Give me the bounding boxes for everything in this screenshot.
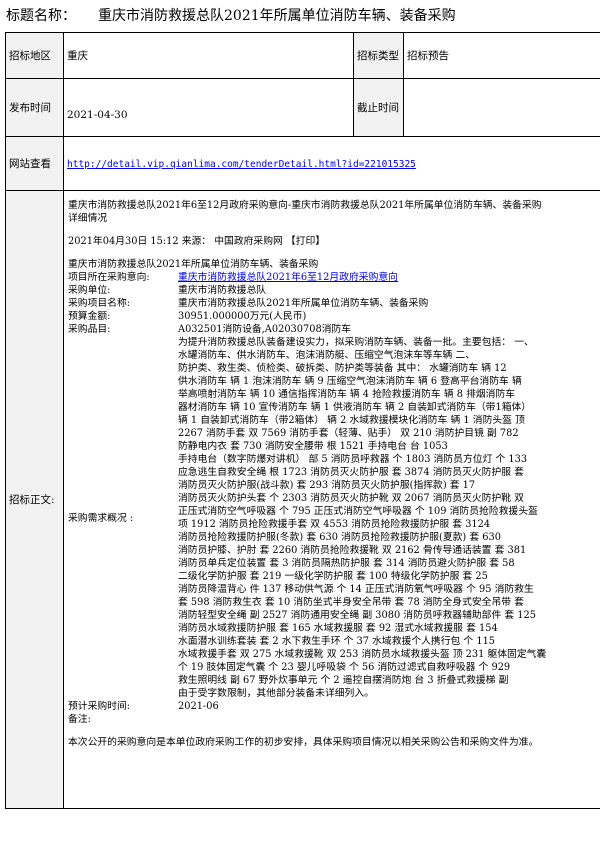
unit-label: 采购单位: bbox=[68, 285, 111, 296]
demand-line: 消防员灭火防护服(战斗款) 套 293 消防员灭火防护服(指挥款) 套 17 bbox=[178, 480, 476, 491]
demand-line: 消防员单兵定位装置 套 3 消防员隔热防护服 套 314 消防员避火防护服 套 … bbox=[178, 558, 515, 569]
project-title: 重庆市消防救援总队2021年所属单位消防车辆、装备采购 bbox=[68, 259, 319, 270]
intro-line-2: 详细情况 bbox=[68, 213, 108, 224]
demand-label: 采购需求概况 : bbox=[68, 513, 134, 524]
intro-line-1: 重庆市消防救援总队2021年6至12月政府采购意向-重庆市消防救援总队2021年… bbox=[68, 200, 542, 211]
website-label: 网站查看 bbox=[5, 136, 64, 191]
demand-line: 为提升消防救援总队装备建设实力，拟采购消防车辆、装备一批。主要包括： 一、 bbox=[178, 337, 534, 348]
demand-line: 消防员灭火防护头套 个 2303 消防员灭火防护靴 双 2067 消防员灭火防护… bbox=[178, 493, 524, 504]
deadline-value bbox=[403, 78, 600, 137]
type-value: 招标预告 bbox=[403, 32, 600, 79]
unit-value: 重庆市消防救援总队 bbox=[178, 285, 267, 296]
demand-line: 消防员降温背心 件 137 移动供气源 个 14 正压式消防氧气呼吸器 个 95… bbox=[178, 584, 534, 595]
intent-link[interactable]: 重庆市消防救援总队2021年6至12月政府采购意向 bbox=[178, 272, 398, 283]
title-bar: 标题名称： 重庆市消防救援总队2021年所属单位消防车辆、装备采购 bbox=[0, 0, 600, 32]
demand-line: 水域救援手套 双 275 水域救援靴 双 253 消防员水域救援头盔 顶 231… bbox=[178, 649, 547, 660]
footer-note: 本次公开的采购意向是本单位政府采购工作的初步安排，具体采购项目情况以相关采购公告… bbox=[68, 737, 539, 748]
demand-line: 个 19 肢体固定气囊 个 23 婴儿呼吸袋 个 56 消防过滤式自救呼吸器 个… bbox=[178, 662, 511, 673]
date-line: 2021年04月30日 15:12 来源： 中国政府采购网 【打印】 bbox=[68, 236, 326, 247]
tender-info-table: 招标地区 重庆 招标类型 招标预告 发布时间 2021-04-30 截止时间 网… bbox=[5, 32, 600, 809]
budget-row: 预算金额: 30951.000000万元(人民币) bbox=[68, 310, 600, 323]
demand-line: 消防轻型安全绳 副 2527 消防通用安全绳 副 3080 消防员呼救器辅助部件… bbox=[178, 610, 536, 621]
demand-line: 水面潜水训练套装 套 2 水下救生手环 个 37 水域救援个人携行包 个 115 bbox=[178, 636, 496, 647]
demand-line: 2267 消防手套 双 7569 消防手套（轻薄、贴手） 双 210 消防护目镜… bbox=[178, 428, 519, 439]
project-name-label: 采购项目名称: bbox=[68, 298, 131, 309]
unit-row: 采购单位: 重庆市消防救援总队 bbox=[68, 284, 600, 297]
title-label: 标题名称： bbox=[6, 8, 76, 24]
demand-line: 供水消防车 辆 1 泡沫消防车 辆 9 压缩空气泡沫消防车 辆 6 登高平台消防… bbox=[178, 376, 522, 387]
page-title: 重庆市消防救援总队2021年所属单位消防车辆、装备采购 bbox=[98, 8, 456, 24]
demand-line: 项 1912 消防员抢险救援手套 双 4553 消防员抢险救援防护服 套 312… bbox=[178, 519, 491, 530]
demand-line: 救生照明线 副 67 野外炊事单元 个 2 遥控自摆消防炮 台 3 折叠式救援梯… bbox=[178, 675, 509, 686]
demand-row: 采购需求概况 : 为提升消防救援总队装备建设实力，拟采购消防车辆、装备一批。主要… bbox=[68, 336, 600, 700]
items-row: 采购品目: A032501消防设备,A02030708消防车 bbox=[68, 323, 600, 336]
demand-line: 二级化学防护服 套 219 一级化学防护服 套 100 特级化学防护服 套 25 bbox=[178, 571, 488, 582]
time-label: 预计采购时间: bbox=[68, 701, 131, 712]
region-value: 重庆 bbox=[63, 32, 354, 79]
demand-line: 举高喷射消防车 辆 10 通信指挥消防车 辆 4 抢险救援消防车 辆 8 排烟消… bbox=[178, 389, 516, 400]
demand-line: 防静电内衣 套 730 消防安全腰带 根 1521 手持电台 台 1053 bbox=[178, 441, 448, 452]
deadline-label: 截止时间 bbox=[353, 78, 404, 137]
demand-line: 消防员护膝、护肘 套 2260 消防员抢险救援靴 双 2162 骨传导通话装置 … bbox=[178, 545, 527, 556]
demand-line: 正压式消防空气呼吸器 个 795 正压式消防空气呼吸器 个 109 消防员抢险救… bbox=[178, 506, 538, 517]
items-label: 采购品目: bbox=[68, 324, 111, 335]
publish-label: 发布时间 bbox=[5, 78, 64, 137]
demand-line: 防护类、救生类、侦检类、破拆类、防护类等装备 其中： 水罐消防车 辆 12 bbox=[178, 363, 507, 374]
demand-line: 应急逃生自救安全绳 根 1723 消防员灭火防护服 套 3874 消防员灭火防护… bbox=[178, 467, 524, 478]
demand-text: 为提升消防救援总队装备建设实力，拟采购消防车辆、装备一批。主要包括： 一、 水罐消… bbox=[178, 336, 546, 700]
items-value: A032501消防设备,A02030708消防车 bbox=[178, 324, 352, 335]
demand-line: 辆 1 自装卸式消防车（带2箱体） 辆 2 水域救援模块化消防车 辆 1 消防头… bbox=[178, 415, 525, 426]
demand-line: 消防员抢险救援防护服(冬款) 套 630 消防员抢险救援防护服(夏款) 套 63… bbox=[178, 532, 501, 543]
type-label: 招标类型 bbox=[353, 32, 404, 79]
project-name-row: 采购项目名称: 重庆市消防救援总队2021年所属单位消防车辆、装备采购 bbox=[68, 297, 600, 310]
body-cell: 重庆市消防救援总队2021年6至12月政府采购意向-重庆市消防救援总队2021年… bbox=[63, 190, 600, 809]
region-label: 招标地区 bbox=[5, 32, 64, 79]
remark-row: 备注: bbox=[68, 713, 600, 726]
website-cell: http://detail.vip.qianlima.com/tenderDet… bbox=[63, 136, 600, 191]
intent-label: 项目所在采购意向: bbox=[68, 272, 150, 283]
time-row: 预计采购时间: 2021-06 bbox=[68, 700, 600, 713]
demand-line: 由于受字数限制，其他部分装备未详细列入。 bbox=[178, 688, 374, 699]
demand-line: 器材消防车 辆 10 宣传消防车 辆 1 供液消防车 辆 2 自装卸式消防车（带… bbox=[178, 402, 532, 413]
time-value: 2021-06 bbox=[178, 701, 219, 712]
demand-line: 手持电台（数字防爆对讲机） 部 5 消防员呼救器 个 1803 消防员方位灯 个… bbox=[178, 454, 528, 465]
remark-label: 备注: bbox=[68, 714, 91, 725]
body-label: 招标正文: bbox=[5, 190, 64, 809]
intent-row: 项目所在采购意向: 重庆市消防救援总队2021年6至12月政府采购意向 bbox=[68, 271, 600, 284]
demand-line: 水罐消防车、供水消防车、泡沫消防艇、压缩空气泡沫车等车辆 二、 bbox=[178, 350, 476, 361]
demand-line: 套 598 消防救生衣 套 10 消防坐式半身安全吊带 套 78 消防全身式安全… bbox=[178, 597, 524, 608]
demand-line: 消防员水域救援防护服 套 165 水域救援服 套 92 湿式水域救援服 套 15… bbox=[178, 623, 498, 634]
detail-link[interactable]: http://detail.vip.qianlima.com/tenderDet… bbox=[67, 159, 416, 170]
project-name-value: 重庆市消防救援总队2021年所属单位消防车辆、装备采购 bbox=[178, 298, 429, 309]
budget-label: 预算金额: bbox=[68, 311, 111, 322]
budget-value: 30951.000000万元(人民币) bbox=[178, 311, 307, 322]
publish-value: 2021-04-30 bbox=[63, 78, 354, 137]
